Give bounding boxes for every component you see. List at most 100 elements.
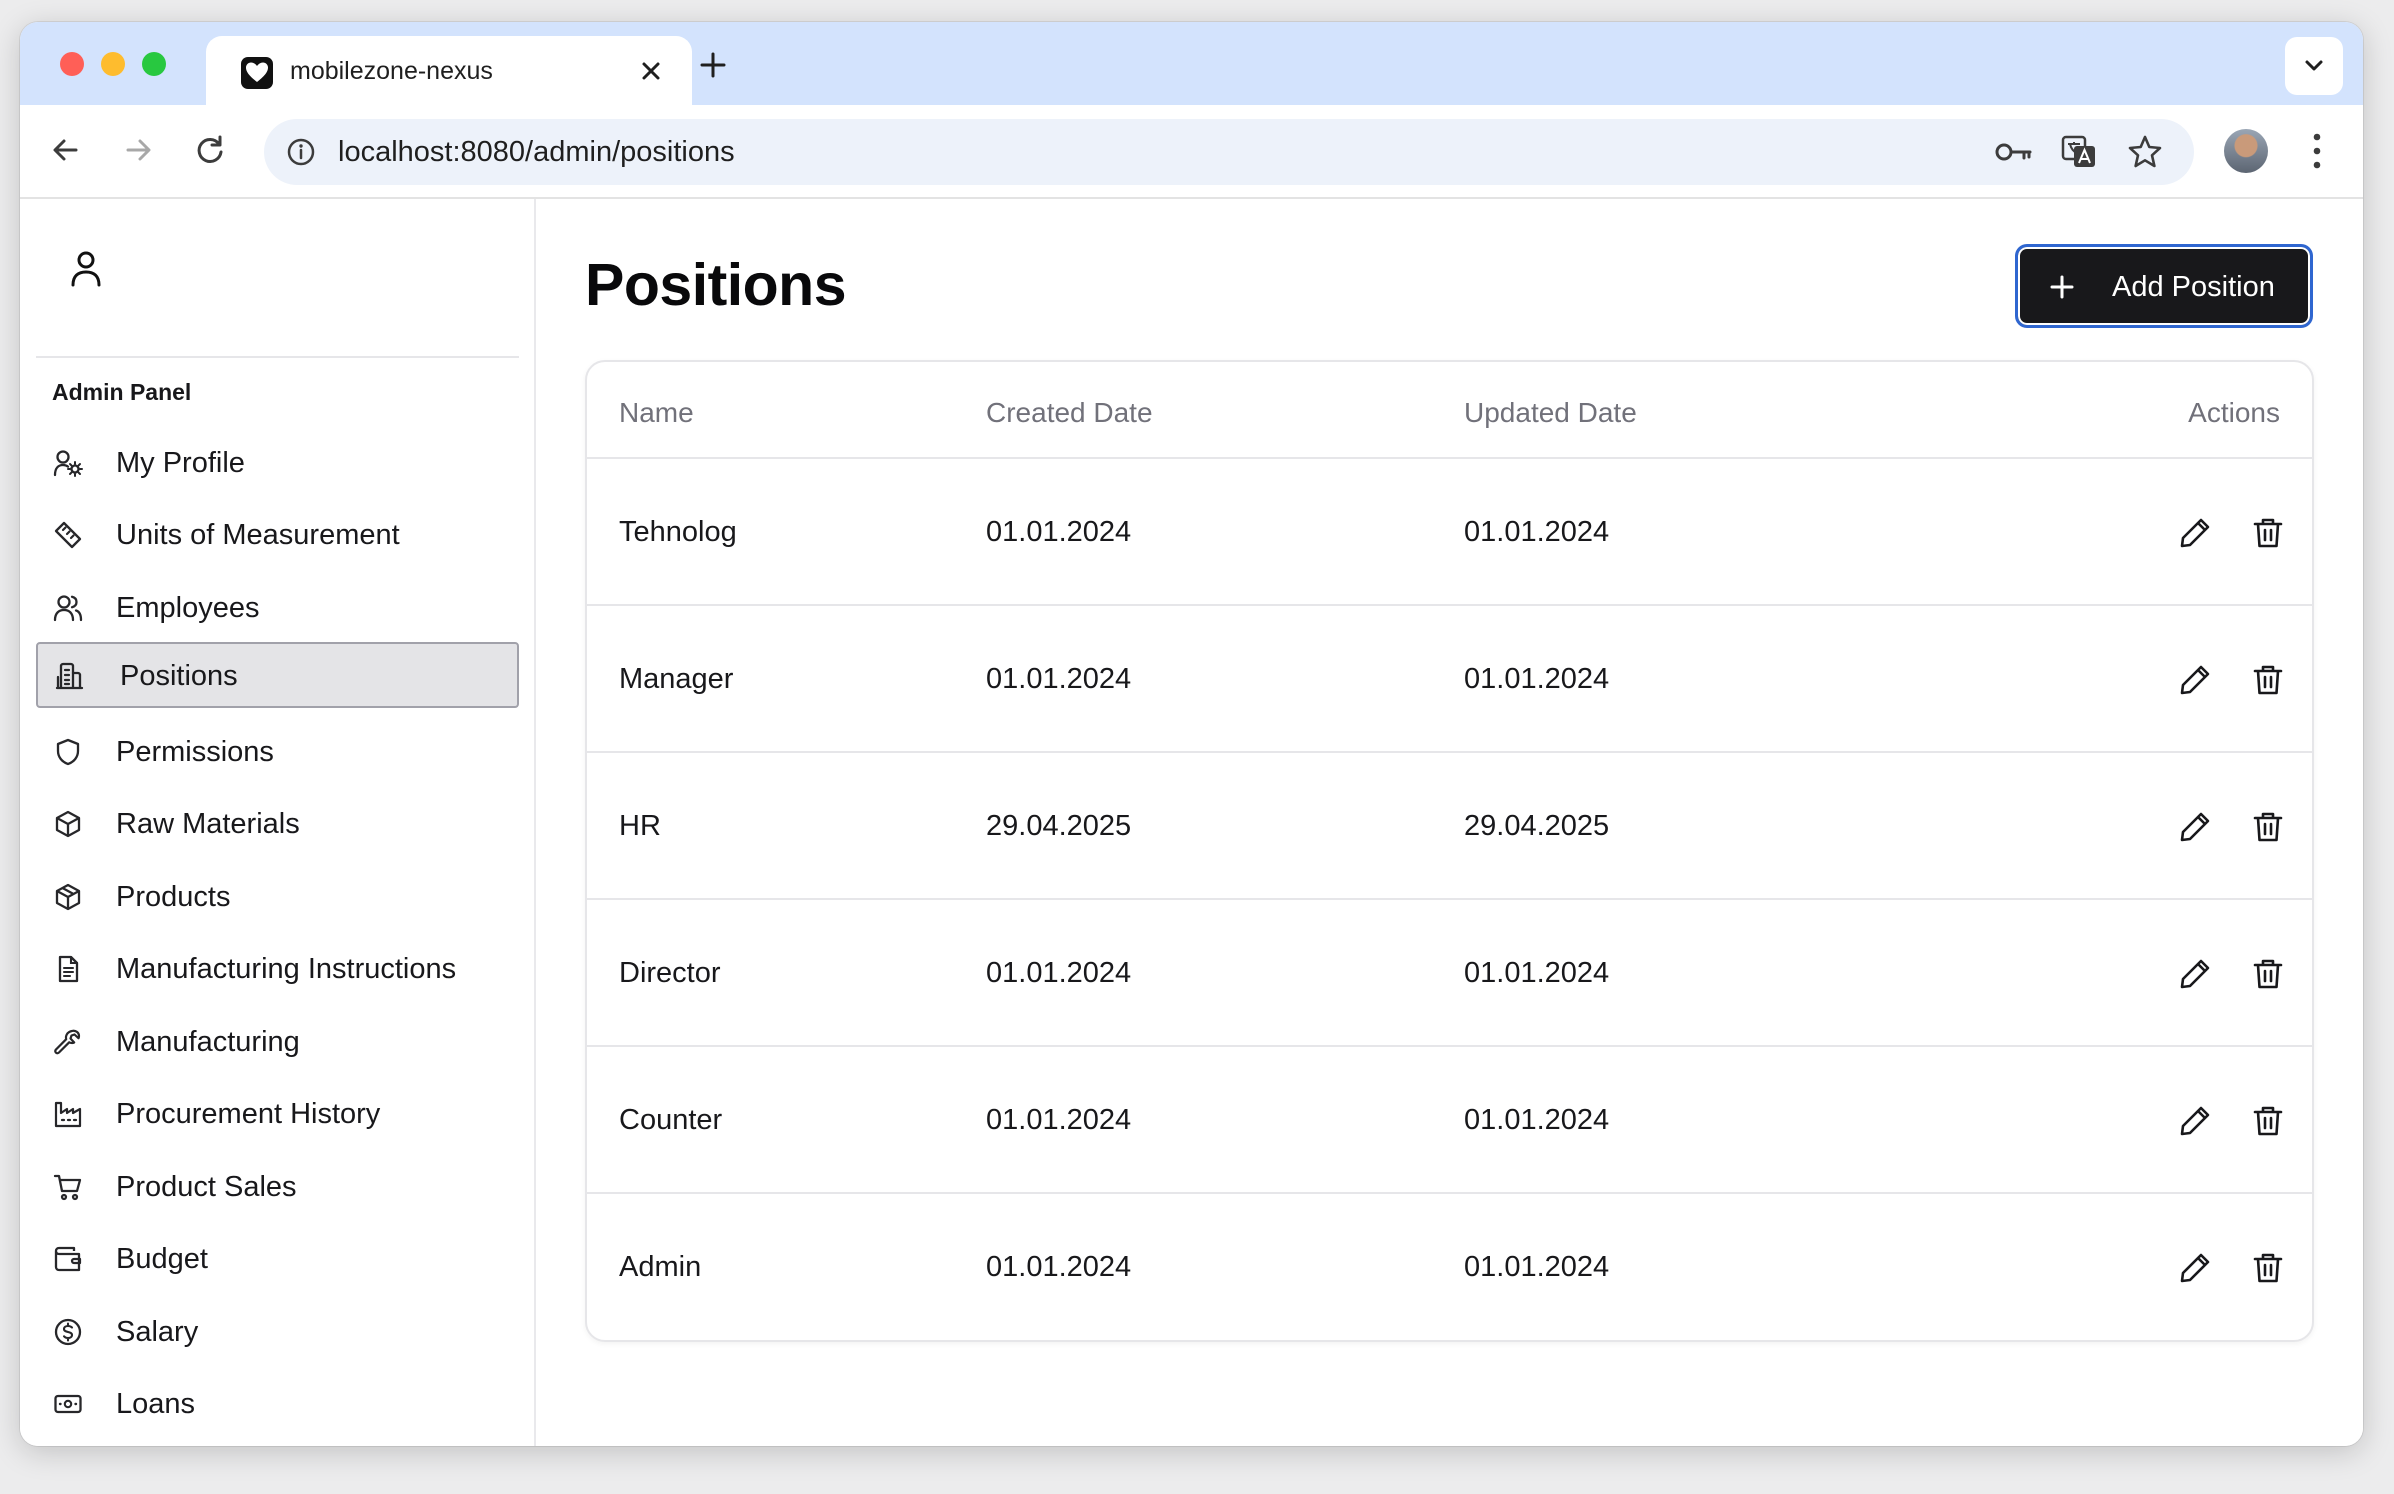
sidebar-item-employees[interactable]: Employees [36,574,519,640]
cell-updated-date: 01.01.2024 [1464,1104,1610,1136]
new-tab-icon[interactable] [696,48,730,82]
cell-name: Counter [619,1104,723,1136]
site-info-icon[interactable] [286,137,316,167]
user-cog-icon [53,450,83,477]
more-menu-icon[interactable] [2310,129,2324,173]
sidebar-item-raw-materials[interactable]: Raw Materials [36,790,519,856]
cell-updated-date: 01.01.2024 [1464,663,1610,695]
sidebar-item-manufacturing-instructions[interactable]: Manufacturing Instructions [36,935,519,1001]
dollar-circle-icon [54,1318,82,1346]
sidebar-item-label: Raw Materials [116,808,300,840]
sidebar-item-label: Permissions [116,736,274,768]
delete-trash-icon[interactable] [2252,1251,2284,1285]
sidebar-item-label: Budget [116,1243,208,1275]
delete-trash-icon[interactable] [2252,957,2284,991]
cell-created-date: 29.04.2025 [986,810,1132,842]
table-row: Tehnolog 01.01.2024 01.01.2024 [587,459,2312,606]
browser-window: mobilezone-nexus localhost:8080/admin/po… [20,22,2363,1446]
column-header-updated-date: Updated Date [1464,397,1637,428]
cell-name: HR [619,810,661,842]
table-row: Manager 01.01.2024 01.01.2024 [587,606,2312,753]
cart-icon [53,1174,82,1201]
key-icon[interactable] [1994,135,2034,169]
column-header-created-date: Created Date [986,397,1153,428]
sidebar-item-label: My Profile [116,447,245,479]
column-header-name: Name [619,397,694,428]
sidebar-item-label: Positions [120,660,238,692]
sidebar-item-product-sales[interactable]: Product Sales [36,1153,519,1219]
shield-icon [56,738,80,766]
wallet-icon [54,1246,82,1272]
sidebar-item-label: Procurement History [116,1098,381,1130]
add-position-button[interactable]: Add Position [2015,244,2313,328]
table-row: Admin 01.01.2024 01.01.2024 [587,1194,2312,1340]
edit-pencil-icon[interactable] [2178,663,2212,697]
sidebar-item-units-of-measurement[interactable]: Units of Measurement [36,501,519,567]
delete-trash-icon[interactable] [2252,810,2284,844]
column-header-actions: Actions [2188,397,2280,428]
cell-created-date: 01.01.2024 [986,1251,1132,1283]
sidebar-item-label: Employees [116,592,260,624]
reload-icon[interactable] [190,130,230,170]
banknote-icon [54,1394,82,1414]
back-arrow-icon[interactable] [46,130,86,170]
plus-icon [2050,275,2074,299]
heart-favicon-icon [241,57,273,89]
sidebar: Admin Panel My Profile Units of Measurem… [20,199,536,1446]
browser-toolbar: localhost:8080/admin/positions [20,105,2363,199]
edit-pencil-icon[interactable] [2178,957,2212,991]
profile-avatar[interactable] [2224,129,2268,173]
user-icon[interactable] [68,249,104,289]
sidebar-item-permissions[interactable]: Permissions [36,718,519,784]
close-window-button[interactable] [60,52,84,76]
edit-pencil-icon[interactable] [2178,516,2212,550]
positions-table: Name Created Date Updated Date Actions T… [585,360,2314,1342]
page-title: Positions [585,252,847,318]
sidebar-item-procurement-history[interactable]: Procurement History [36,1080,519,1146]
browser-tab[interactable]: mobilezone-nexus [206,36,692,105]
cell-name: Director [619,957,721,989]
ruler-icon [54,521,82,549]
sidebar-item-label: Manufacturing [116,1026,300,1058]
file-text-icon [58,955,79,983]
sidebar-divider [36,356,519,358]
table-row: HR 29.04.2025 29.04.2025 [587,753,2312,900]
bookmark-star-icon[interactable] [2126,133,2164,171]
sidebar-item-label: Salary [116,1316,199,1348]
table-row: Counter 01.01.2024 01.01.2024 [587,1047,2312,1194]
tab-search-button[interactable] [2285,37,2343,95]
cell-created-date: 01.01.2024 [986,1104,1132,1136]
sidebar-item-label: Units of Measurement [116,519,400,551]
sidebar-item-budget[interactable]: Budget [36,1225,519,1291]
cell-updated-date: 01.01.2024 [1464,957,1610,989]
cell-created-date: 01.01.2024 [986,957,1132,989]
edit-pencil-icon[interactable] [2178,810,2212,844]
translate-icon[interactable] [2060,133,2098,171]
sidebar-item-my-profile[interactable]: My Profile [36,429,519,495]
sidebar-item-manufacturing[interactable]: Manufacturing [36,1008,519,1074]
delete-trash-icon[interactable] [2252,1104,2284,1138]
cell-updated-date: 01.01.2024 [1464,516,1610,548]
sidebar-item-label: Products [116,881,231,913]
url-text[interactable]: localhost:8080/admin/positions [338,136,735,169]
sidebar-item-positions[interactable]: Positions [36,642,519,708]
table-row: Director 01.01.2024 01.01.2024 [587,900,2312,1047]
minimize-window-button[interactable] [101,52,125,76]
edit-pencil-icon[interactable] [2178,1251,2212,1285]
cell-name: Admin [619,1251,702,1283]
sidebar-item-loans[interactable]: Loans [36,1370,519,1436]
chevron-down-icon [2305,60,2323,71]
factory-icon [54,1101,82,1128]
forward-arrow-icon[interactable] [118,130,158,170]
delete-trash-icon[interactable] [2252,516,2284,550]
cell-updated-date: 29.04.2025 [1464,810,1610,842]
zoom-window-button[interactable] [142,52,166,76]
delete-trash-icon[interactable] [2252,663,2284,697]
cell-created-date: 01.01.2024 [986,516,1132,548]
address-bar[interactable]: localhost:8080/admin/positions [264,119,2194,185]
sidebar-item-products[interactable]: Products [36,863,519,929]
sidebar-item-salary[interactable]: Salary [36,1298,519,1364]
close-tab-icon[interactable] [636,56,666,86]
page-content: Admin Panel My Profile Units of Measurem… [20,199,2363,1446]
edit-pencil-icon[interactable] [2178,1104,2212,1138]
